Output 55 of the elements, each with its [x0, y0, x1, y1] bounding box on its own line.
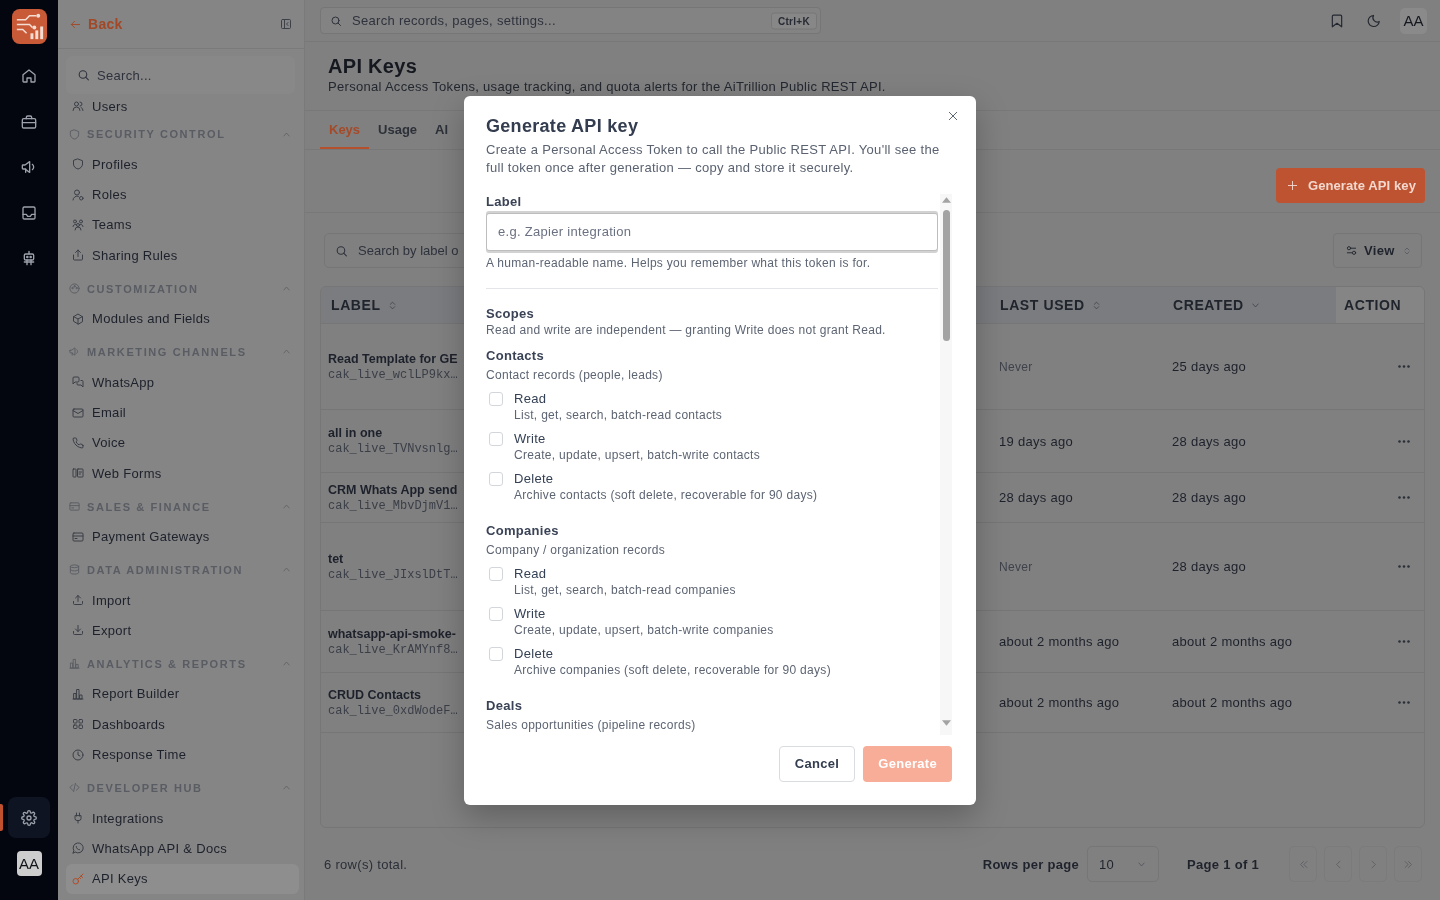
scope-group-title: Deals: [486, 696, 524, 714]
key-prefix: cak_live_JIxslDtT…: [328, 566, 458, 583]
table-cell: 28 days ago: [1172, 559, 1247, 574]
permission-name: Write: [514, 604, 547, 622]
table-cell: 19 days ago: [999, 433, 1074, 449]
scope-group-title: Companies: [486, 521, 560, 539]
permission-description: Archive companies (soft delete, recoverable for 90 days): [514, 662, 831, 678]
scope-group-title: Contacts: [486, 346, 546, 364]
table-cell: 28 days ago: [1172, 433, 1247, 449]
key-prefix: cak_live_KrAMYnf8…: [328, 641, 458, 658]
table-cell: Never: [999, 559, 1033, 574]
key-label: whatsapp-api-smoke-: [328, 625, 456, 642]
scopes-description: Read and write are independent — granting Write does not grant Read.: [486, 322, 887, 338]
key-label: CRUD Contacts: [328, 686, 422, 703]
permission-name: Delete: [514, 469, 555, 487]
dialog-description: Create a Personal Access Token to call the Public REST API. You'll see the full token once after generation — copy and store it securely.: [486, 140, 941, 177]
row-count: 6 row(s) total.: [324, 856, 408, 872]
table-cell: about 2 months ago: [1172, 695, 1293, 710]
table-cell: about 2 months ago: [999, 695, 1120, 710]
permission-description: Create, update, upsert, batch-write companies: [514, 622, 774, 638]
field-label: Label: [486, 194, 523, 209]
scope-group-description: Contact records (people, leads): [486, 367, 664, 383]
key-prefix: cak_live_MbvDjmV1…: [328, 497, 458, 514]
permission-name: Read: [514, 564, 548, 582]
key-prefix: cak_live_TVNvsnlg…: [328, 441, 458, 457]
scope-group-description: Sales opportunities (pipeline records): [486, 717, 697, 733]
permission-name: Delete: [514, 644, 555, 662]
permission-name: Read: [514, 389, 548, 407]
page-title: API Keys: [328, 54, 419, 78]
key-label: Read Template for GE: [328, 350, 458, 367]
permission-name: Write: [514, 429, 547, 447]
field-help: A human-readable name. Helps you remember what this token is for.: [486, 255, 872, 270]
page-subtitle: Personal Access Tokens, usage tracking, and quota alerts for the AiTrillion Public REST API.: [328, 79, 887, 94]
key-label: CRM Whats App send: [328, 481, 458, 498]
table-cell: about 2 months ago: [1172, 634, 1293, 649]
rows-per-page-label: Rows per page: [982, 856, 1080, 872]
scope-group-description: Company / organization records: [486, 542, 667, 558]
table-cell: 28 days ago: [999, 490, 1074, 505]
key-prefix: cak_live_wclLP9kx…: [328, 366, 458, 383]
key-prefix: cak_live_0xdWodeF…: [328, 702, 458, 719]
shortcut-hint: Ctrl+K: [770, 12, 817, 29]
table-cell: Never: [999, 359, 1033, 374]
page-indicator: Page 1 of 1: [1187, 856, 1259, 872]
scopes-title: Scopes: [486, 304, 536, 322]
permission-description: List, get, search, batch-read contacts: [514, 407, 723, 423]
table-cell: 28 days ago: [1172, 490, 1247, 505]
table-cell: about 2 months ago: [999, 634, 1120, 649]
permission-description: List, get, search, batch-read companies: [514, 582, 736, 598]
key-label: tet: [328, 550, 344, 567]
dialog-title: Generate API key: [486, 114, 640, 138]
key-label: all in one: [328, 425, 383, 441]
table-cell: 25 days ago: [1172, 359, 1247, 374]
permission-description: Archive contacts (soft delete, recoverable for 90 days): [514, 487, 818, 503]
column-header: ACTION: [1336, 287, 1424, 323]
permission-description: Create, update, upsert, batch-write contacts: [514, 447, 760, 463]
